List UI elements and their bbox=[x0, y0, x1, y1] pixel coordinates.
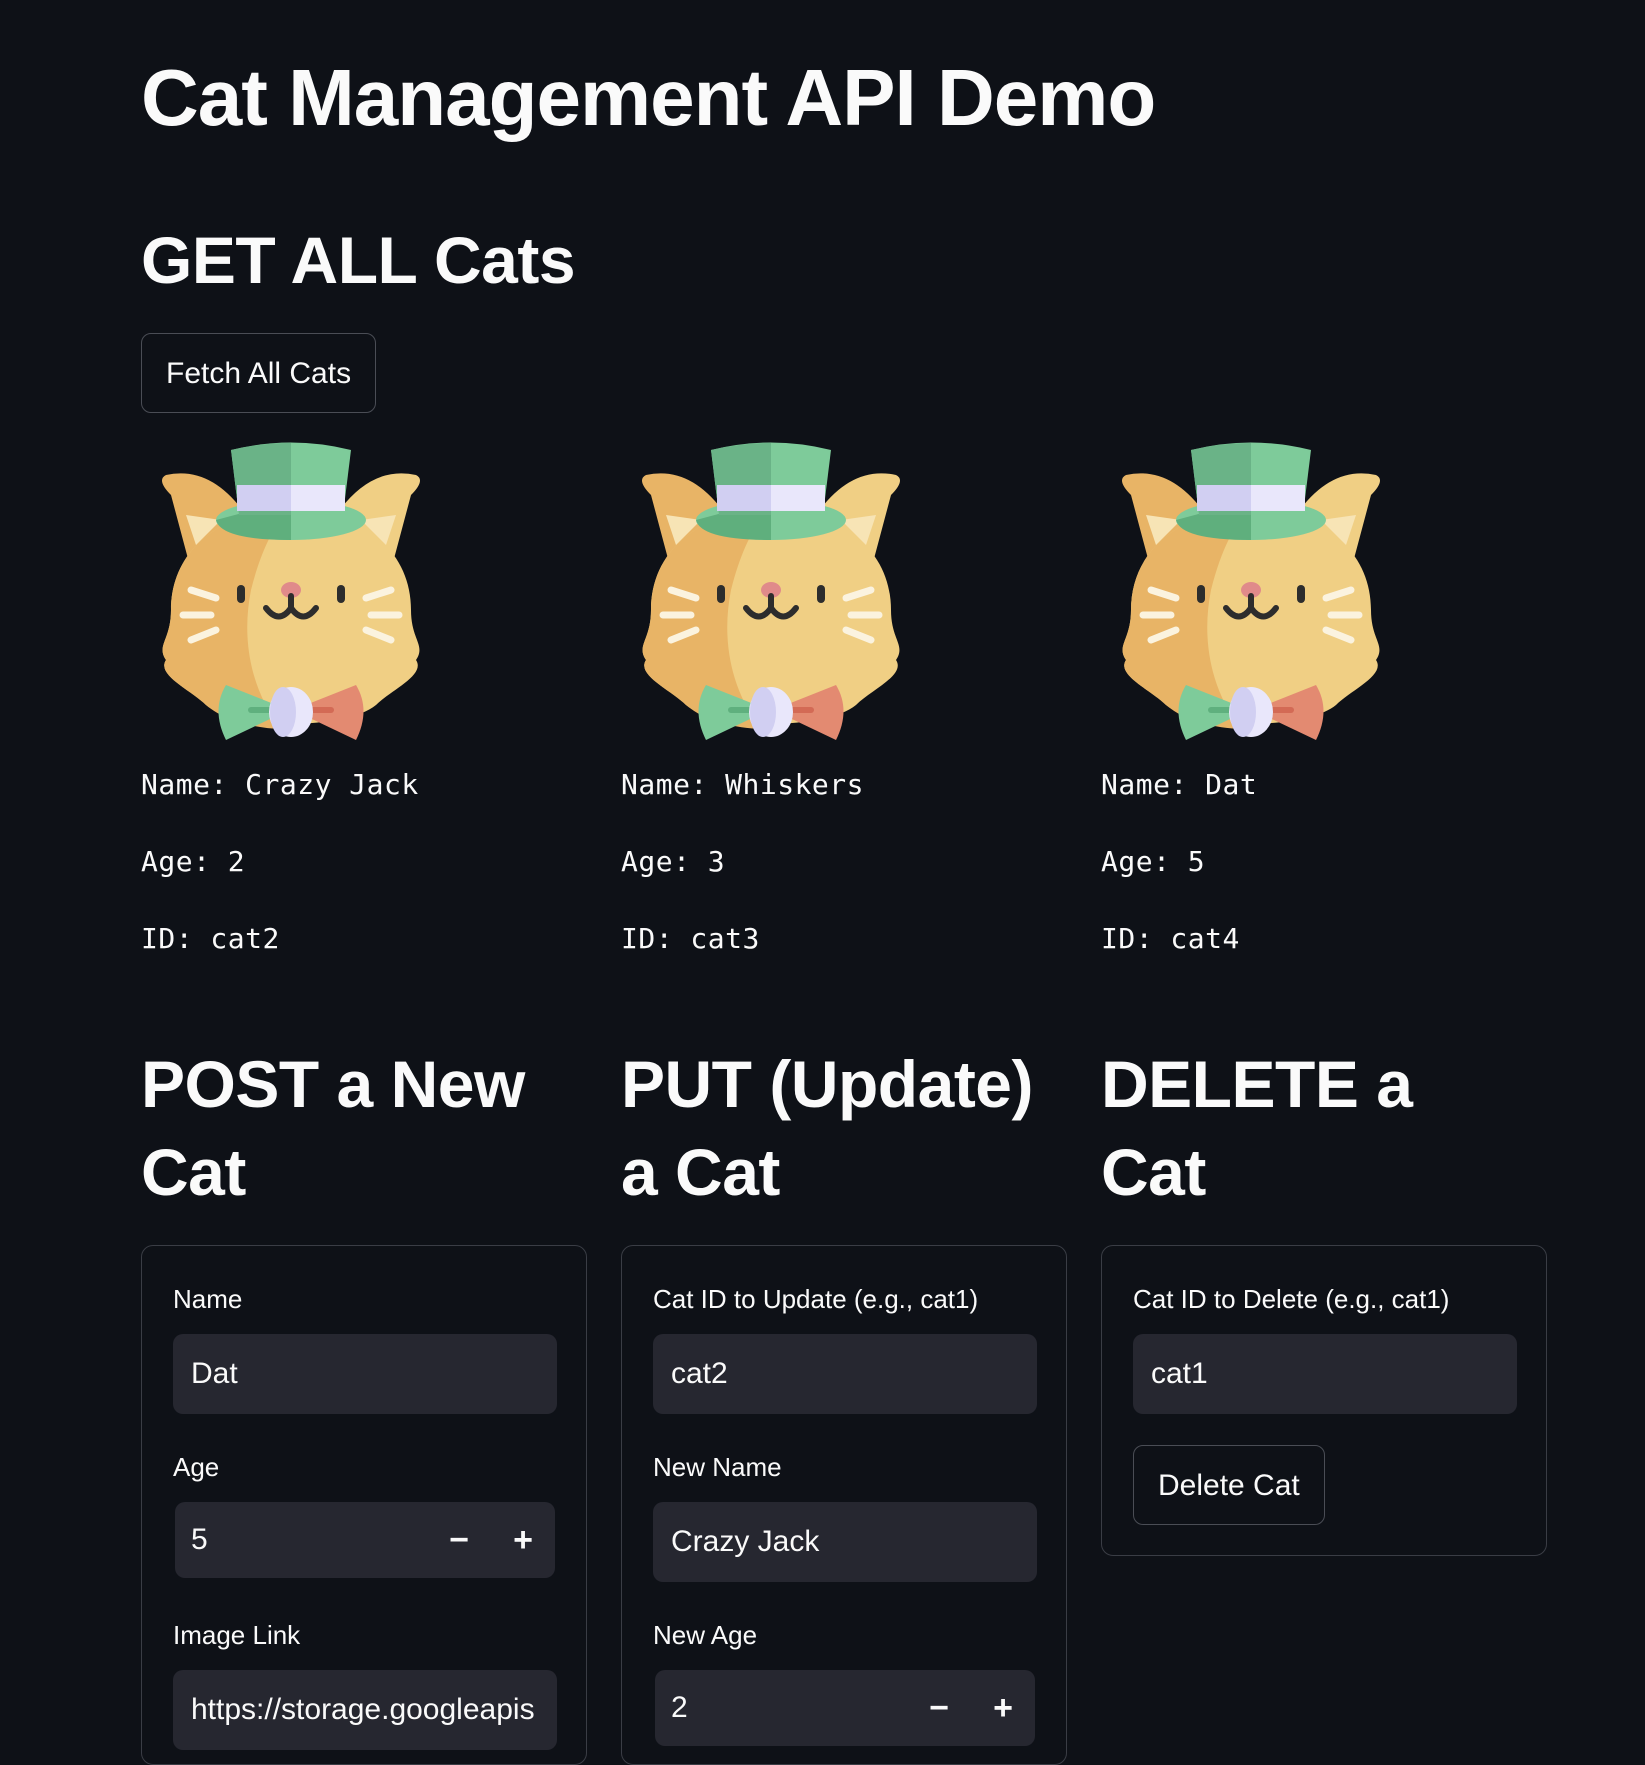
cat-age-text: Age: 5 bbox=[1101, 845, 1206, 878]
post-heading: POST a New Cat bbox=[141, 1040, 581, 1216]
cat-id-text: ID: cat4 bbox=[1101, 922, 1240, 955]
new-name-input[interactable]: Crazy Jack bbox=[653, 1502, 1037, 1582]
post-heading-line-2: Cat bbox=[141, 1135, 246, 1209]
cat-name-text: Name: Dat bbox=[1101, 768, 1258, 801]
increment-button[interactable]: + bbox=[491, 1502, 555, 1578]
new-age-label: New Age bbox=[653, 1620, 758, 1650]
delete-cat-button[interactable]: Delete Cat bbox=[1133, 1445, 1325, 1525]
cat-id-text: ID: cat3 bbox=[621, 922, 760, 955]
new-name-label: New Name bbox=[653, 1452, 782, 1482]
update-id-input[interactable]: cat2 bbox=[653, 1334, 1037, 1414]
delete-heading-line-2: Cat bbox=[1101, 1135, 1206, 1209]
put-heading-line-2: a Cat bbox=[621, 1135, 780, 1209]
delete-heading: DELETE a Cat bbox=[1101, 1040, 1541, 1216]
cat-name-text: Name: Whiskers bbox=[621, 768, 865, 801]
image-link-input[interactable]: https://storage.googleapis bbox=[173, 1670, 557, 1750]
delete-cat-form: Cat ID to Delete (e.g., cat1) cat1 Delet… bbox=[1101, 1245, 1547, 1556]
decrement-button[interactable]: − bbox=[427, 1502, 491, 1578]
put-heading: PUT (Update) a Cat bbox=[621, 1040, 1061, 1216]
cat-with-top-hat-icon bbox=[1111, 440, 1391, 750]
age-value[interactable]: 5 bbox=[191, 1502, 208, 1578]
age-stepper[interactable]: 5 − + bbox=[175, 1502, 555, 1578]
new-age-stepper[interactable]: 2 − + bbox=[655, 1670, 1035, 1746]
decrement-button[interactable]: − bbox=[907, 1670, 971, 1746]
cat-with-top-hat-icon bbox=[631, 440, 911, 750]
increment-button[interactable]: + bbox=[971, 1670, 1035, 1746]
new-age-value[interactable]: 2 bbox=[671, 1670, 688, 1746]
delete-id-label: Cat ID to Delete (e.g., cat1) bbox=[1133, 1284, 1450, 1314]
fetch-all-cats-button[interactable]: Fetch All Cats bbox=[141, 333, 377, 413]
page-title: Cat Management API Demo bbox=[141, 53, 1156, 142]
name-input[interactable]: Dat bbox=[173, 1334, 557, 1414]
post-cat-form: Name Dat Age 5 − + Image Link https://st… bbox=[141, 1245, 587, 1765]
cat-name-text: Name: Crazy Jack bbox=[141, 768, 419, 801]
put-heading-line-1: PUT (Update) bbox=[621, 1047, 1033, 1121]
delete-heading-line-1: DELETE a bbox=[1101, 1047, 1413, 1121]
cat-with-top-hat-icon bbox=[151, 440, 431, 750]
get-all-cats-heading: GET ALL Cats bbox=[141, 223, 576, 297]
put-cat-form: Cat ID to Update (e.g., cat1) cat2 New N… bbox=[621, 1245, 1067, 1765]
update-id-label: Cat ID to Update (e.g., cat1) bbox=[653, 1284, 979, 1314]
cat-age-text: Age: 2 bbox=[141, 845, 246, 878]
age-label: Age bbox=[173, 1452, 220, 1482]
cat-age-text: Age: 3 bbox=[621, 845, 726, 878]
name-label: Name bbox=[173, 1284, 243, 1314]
post-heading-line-1: POST a New bbox=[141, 1047, 525, 1121]
image-link-label: Image Link bbox=[173, 1620, 301, 1650]
delete-id-input[interactable]: cat1 bbox=[1133, 1334, 1517, 1414]
cat-id-text: ID: cat2 bbox=[141, 922, 280, 955]
